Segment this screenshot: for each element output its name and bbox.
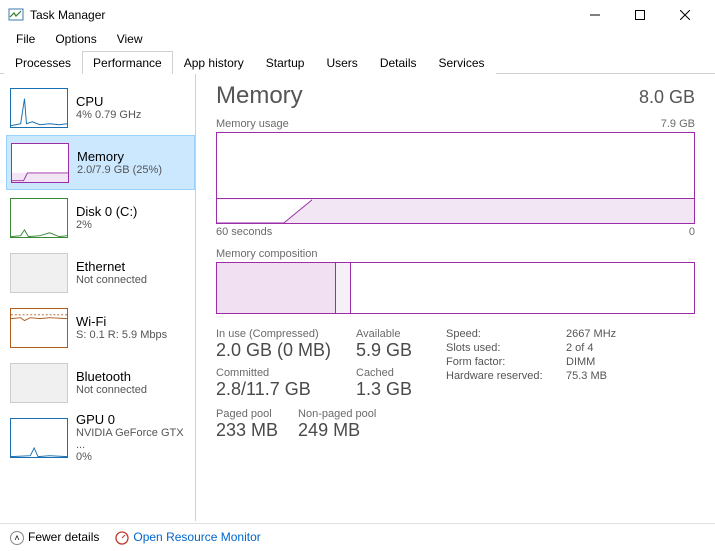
slots-value: 2 of 4	[566, 342, 646, 354]
bluetooth-thumb-icon	[10, 363, 68, 403]
window-title: Task Manager	[30, 8, 572, 22]
sidebar-item-sub2: 0%	[76, 451, 191, 463]
disk-thumb-icon	[10, 198, 68, 238]
form-value: DIMM	[566, 356, 646, 368]
content: CPU 4% 0.79 GHz Memory 2.0/7.9 GB (25%) …	[0, 74, 715, 521]
open-resource-monitor-link[interactable]: Open Resource Monitor	[115, 530, 260, 545]
tab-performance[interactable]: Performance	[82, 51, 173, 74]
committed-label: Committed	[216, 367, 356, 379]
nonpaged-label: Non-paged pool	[298, 408, 376, 420]
speed-value: 2667 MHz	[566, 328, 646, 340]
slots-label: Slots used:	[446, 342, 566, 354]
cached-label: Cached	[356, 367, 446, 379]
available-value: 5.9 GB	[356, 340, 446, 361]
main-panel: Memory 8.0 GB Memory usage 7.9 GB 60 sec…	[196, 74, 715, 521]
sidebar-item-label: Memory	[77, 149, 162, 164]
cached-value: 1.3 GB	[356, 379, 446, 400]
sidebar-item-label: CPU	[76, 94, 141, 109]
sidebar-item-bluetooth[interactable]: Bluetooth Not connected	[6, 355, 195, 410]
stats-grid: In use (Compressed) 2.0 GB (0 MB) Commit…	[216, 328, 695, 406]
cpu-thumb-icon	[10, 88, 68, 128]
sidebar-item-disk[interactable]: Disk 0 (C:) 2%	[6, 190, 195, 245]
sidebar-item-sub: Not connected	[76, 274, 147, 286]
gpu-thumb-icon	[10, 418, 68, 458]
composition-in-use	[217, 263, 336, 313]
task-manager-icon	[8, 7, 24, 23]
scale-right: 0	[689, 226, 695, 238]
scale-left: 60 seconds	[216, 226, 272, 238]
resource-monitor-icon	[115, 531, 129, 545]
ethernet-thumb-icon	[10, 253, 68, 293]
available-label: Available	[356, 328, 446, 340]
sidebar-item-ethernet[interactable]: Ethernet Not connected	[6, 245, 195, 300]
sidebar-item-label: Disk 0 (C:)	[76, 204, 137, 219]
hwres-label: Hardware reserved:	[446, 370, 566, 382]
tab-users[interactable]: Users	[315, 51, 368, 74]
paged-value: 233 MB	[216, 420, 278, 441]
sidebar-item-gpu[interactable]: GPU 0 NVIDIA GeForce GTX ... 0%	[6, 410, 195, 465]
sidebar-item-sub: 2.0/7.9 GB (25%)	[77, 164, 162, 176]
capacity-value: 8.0 GB	[639, 87, 695, 108]
hwres-value: 75.3 MB	[566, 370, 646, 382]
window-controls	[572, 0, 707, 30]
in-use-value: 2.0 GB (0 MB)	[216, 340, 356, 361]
committed-value: 2.8/11.7 GB	[216, 379, 356, 400]
chevron-up-icon: ˄	[10, 531, 24, 545]
sidebar-item-sub: S: 0.1 R: 5.9 Mbps	[76, 329, 167, 341]
sidebar-item-wifi[interactable]: Wi-Fi S: 0.1 R: 5.9 Mbps	[6, 300, 195, 355]
maximize-button[interactable]	[617, 0, 662, 30]
memory-usage-graph[interactable]	[216, 132, 695, 224]
memory-composition-bar[interactable]	[216, 262, 695, 314]
fewer-details-label: Fewer details	[28, 530, 99, 544]
menubar: File Options View	[0, 30, 715, 50]
sidebar-item-sub: 4% 0.79 GHz	[76, 109, 141, 121]
paged-label: Paged pool	[216, 408, 278, 420]
titlebar: Task Manager	[0, 0, 715, 30]
resource-monitor-label: Open Resource Monitor	[133, 530, 260, 544]
usage-max: 7.9 GB	[661, 118, 695, 130]
sidebar-item-label: Wi-Fi	[76, 314, 167, 329]
fewer-details-button[interactable]: ˄ Fewer details	[10, 530, 99, 545]
sidebar-item-label: Bluetooth	[76, 369, 147, 384]
menu-options[interactable]: Options	[45, 30, 106, 50]
minimize-button[interactable]	[572, 0, 617, 30]
nonpaged-value: 249 MB	[298, 420, 376, 441]
tabbar: Processes Performance App history Startu…	[0, 50, 715, 74]
tab-services[interactable]: Services	[428, 51, 496, 74]
tab-processes[interactable]: Processes	[4, 51, 82, 74]
form-label: Form factor:	[446, 356, 566, 368]
usage-label: Memory usage	[216, 118, 289, 130]
sidebar[interactable]: CPU 4% 0.79 GHz Memory 2.0/7.9 GB (25%) …	[0, 74, 196, 521]
wifi-thumb-icon	[10, 308, 68, 348]
footer: ˄ Fewer details Open Resource Monitor	[0, 523, 715, 551]
sidebar-item-sub: NVIDIA GeForce GTX ...	[76, 427, 191, 451]
sidebar-item-label: Ethernet	[76, 259, 147, 274]
memory-thumb-icon	[11, 143, 69, 183]
sidebar-item-label: GPU 0	[76, 412, 191, 427]
tab-details[interactable]: Details	[369, 51, 428, 74]
sidebar-item-sub: Not connected	[76, 384, 147, 396]
tab-app-history[interactable]: App history	[173, 51, 255, 74]
menu-file[interactable]: File	[6, 30, 45, 50]
tab-startup[interactable]: Startup	[255, 51, 316, 74]
page-title: Memory	[216, 82, 303, 110]
speed-label: Speed:	[446, 328, 566, 340]
composition-label: Memory composition	[216, 248, 695, 260]
hardware-kv: Speed:2667 MHz Slots used:2 of 4 Form fa…	[446, 328, 646, 382]
close-button[interactable]	[662, 0, 707, 30]
sidebar-item-cpu[interactable]: CPU 4% 0.79 GHz	[6, 80, 195, 135]
composition-modified	[336, 263, 350, 313]
in-use-label: In use (Compressed)	[216, 328, 356, 340]
sidebar-item-sub: 2%	[76, 219, 137, 231]
menu-view[interactable]: View	[107, 30, 153, 50]
sidebar-item-memory[interactable]: Memory 2.0/7.9 GB (25%)	[6, 135, 195, 190]
